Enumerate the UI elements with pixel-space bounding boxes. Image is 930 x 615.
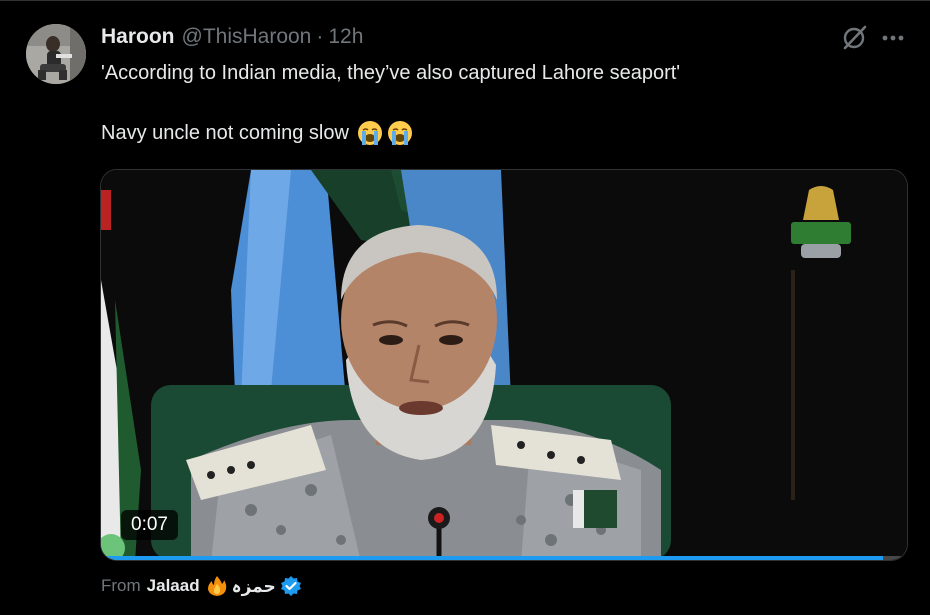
avatar[interactable] [26,24,86,84]
source-name[interactable]: Jalaad [147,576,200,596]
fire-emoji-icon [207,576,226,596]
video-duration: 0:07 [121,510,178,540]
verified-badge-icon [280,576,301,596]
tweet[interactable]: Haroon @ThisHaroon · 12h 'According to I… [0,0,930,615]
tweet-header: Haroon @ThisHaroon · 12h [101,22,363,52]
loudly-crying-face-icon [387,121,412,145]
video-progress-fill [101,556,883,560]
video-progress-bar[interactable] [101,556,907,560]
author-handle[interactable]: @ThisHaroon [182,25,312,49]
source-attribution: From Jalaad حمزہ [101,572,302,600]
divider [0,0,930,1]
tweet-text-line-2: Navy uncle not coming slow [101,120,413,146]
tweet-text-line-2-content: Navy uncle not coming slow [101,121,349,144]
separator-dot: · [316,25,324,48]
tweet-text-line-1: 'According to Indian media, they’ve also… [101,62,681,84]
video-frame [101,170,907,560]
author-name[interactable]: Haroon [101,25,175,49]
more-icon[interactable] [878,25,908,51]
video-player[interactable]: 0:07 [100,169,908,561]
loudly-crying-face-icon [357,121,382,145]
from-label: From [101,576,141,595]
grok-icon[interactable] [840,24,868,52]
avatar-image [26,24,86,84]
source-name-arabic[interactable]: حمزہ [232,576,276,597]
timestamp[interactable]: 12h [328,25,363,49]
